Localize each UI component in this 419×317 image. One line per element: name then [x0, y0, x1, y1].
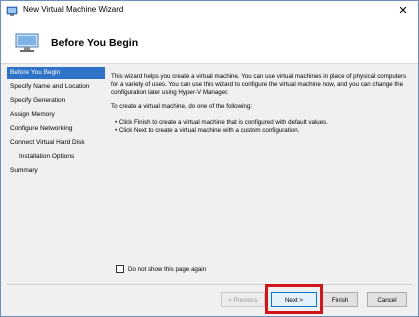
footer-divider — [7, 284, 412, 285]
dont-show-again-checkbox[interactable] — [116, 265, 124, 273]
wizard-window: New Virtual Machine Wizard ✕ Before You … — [0, 0, 419, 317]
next-bullet: • Click Next to create a virtual machine… — [115, 127, 300, 134]
step-specify-generation[interactable]: Specify Generation — [7, 95, 105, 107]
step-summary[interactable]: Summary — [7, 165, 105, 177]
dont-show-again-label[interactable]: Do not show this page again — [128, 265, 206, 274]
cancel-button[interactable]: Cancel — [367, 292, 407, 307]
finish-button[interactable]: Finish — [322, 292, 358, 307]
finish-bullet: • Click Finish to create a virtual machi… — [115, 119, 328, 126]
close-button[interactable]: ✕ — [392, 3, 414, 19]
step-installation-options[interactable]: Installation Options — [7, 151, 105, 163]
step-configure-networking[interactable]: Configure Networking — [7, 123, 105, 135]
wizard-steps-nav: Before You Begin Specify Name and Locati… — [7, 67, 105, 277]
window-title: New Virtual Machine Wizard — [23, 5, 124, 14]
virtual-machine-icon — [15, 33, 39, 52]
previous-button[interactable]: < Previous — [221, 292, 265, 307]
hyper-v-app-icon — [6, 6, 18, 16]
intro-paragraph: This wizard helps you create a virtual m… — [111, 73, 407, 96]
next-button-highlight — [265, 284, 323, 314]
page-title: Before You Begin — [51, 37, 139, 49]
step-assign-memory[interactable]: Assign Memory — [7, 109, 105, 121]
title-bar: New Virtual Machine Wizard ✕ — [1, 1, 418, 21]
header-banner: Before You Begin — [1, 21, 418, 64]
step-specify-name-and-location[interactable]: Specify Name and Location — [7, 81, 105, 93]
step-before-you-begin[interactable]: Before You Begin — [7, 67, 105, 79]
step-connect-virtual-hard-disk[interactable]: Connect Virtual Hard Disk — [7, 137, 105, 149]
instruction-paragraph: To create a virtual machine, do one of t… — [111, 103, 253, 110]
